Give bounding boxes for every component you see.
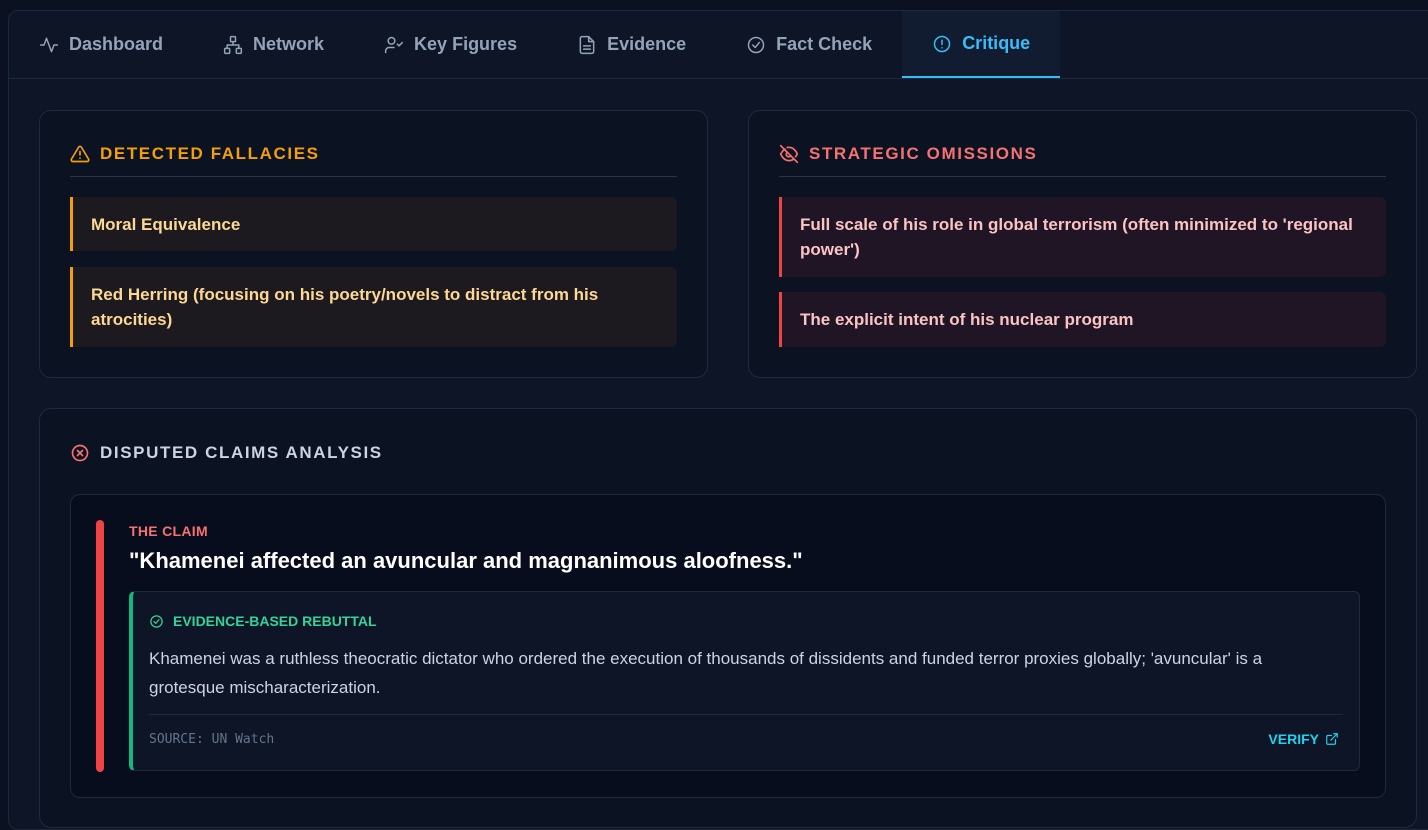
tab-label: Evidence: [607, 34, 687, 54]
omission-item: Full scale of his role in global terrori…: [779, 197, 1386, 277]
alert-circle-icon: [933, 35, 951, 52]
activity-icon: [39, 37, 59, 52]
fallacy-item: Red Herring (focusing on his poetry/nove…: [70, 267, 677, 347]
rebuttal-text: Khamenei was a ruthless theocratic dicta…: [149, 649, 1263, 697]
claim-text: "Khamenei affected an avuncular and magn…: [129, 548, 803, 573]
tab-label: Dashboard: [69, 34, 164, 54]
tab-label: Network: [253, 34, 325, 54]
claim-accent-bar: [96, 520, 104, 772]
tab-critique[interactable]: Critique: [902, 11, 1061, 78]
verify-link[interactable]: VERIFY: [1268, 731, 1339, 747]
claim-box: The Claim "Khamenei affected an avuncula…: [70, 494, 1386, 798]
x-circle-icon: [71, 444, 89, 462]
warning-triangle-icon: [70, 145, 90, 163]
fallacy-item: Moral Equivalence: [70, 197, 677, 251]
eye-off-icon: [779, 144, 799, 164]
tab-label: Fact Check: [776, 34, 873, 54]
rebuttal-divider: [149, 714, 1343, 715]
claim-label: The Claim: [129, 523, 208, 539]
network-icon: [223, 35, 243, 54]
file-text-icon: [579, 35, 595, 54]
tab-evidence[interactable]: Evidence: [547, 11, 716, 78]
omissions-title: Strategic Omissions: [779, 144, 1037, 164]
tab-fact-check[interactable]: Fact Check: [716, 11, 902, 78]
rebuttal-box: Evidence-Based Rebuttal Khamenei was a r…: [129, 591, 1360, 771]
fallacies-divider: [70, 176, 677, 177]
tab-bar: Dashboard Network Key Figures Evidence F…: [9, 11, 1428, 79]
app-frame: Dashboard Network Key Figures Evidence F…: [8, 10, 1428, 830]
tab-label: Critique: [962, 33, 1031, 53]
tab-label: Key Figures: [414, 34, 518, 54]
fallacies-card: Detected Fallacies Moral Equivalence Red…: [39, 110, 708, 378]
source-text: SOURCE: UN Watch: [149, 732, 275, 747]
rebuttal-header: Evidence-Based Rebuttal: [149, 613, 377, 629]
user-check-icon: [384, 36, 404, 53]
tab-key-figures[interactable]: Key Figures: [354, 11, 547, 78]
omission-item: The explicit intent of his nuclear progr…: [779, 292, 1386, 347]
tab-dashboard[interactable]: Dashboard: [9, 11, 193, 78]
omissions-card: Strategic Omissions Full scale of his ro…: [748, 110, 1417, 378]
disputed-claims-title: Disputed Claims Analysis: [70, 443, 383, 463]
fallacies-title: Detected Fallacies: [70, 144, 320, 164]
disputed-claims-card: Disputed Claims Analysis The Claim "Kham…: [39, 408, 1417, 828]
external-link-icon: [1326, 733, 1338, 745]
tab-network[interactable]: Network: [193, 11, 354, 78]
check-circle-icon: [150, 614, 163, 628]
check-circle-icon: [747, 36, 765, 53]
omissions-divider: [779, 176, 1386, 177]
